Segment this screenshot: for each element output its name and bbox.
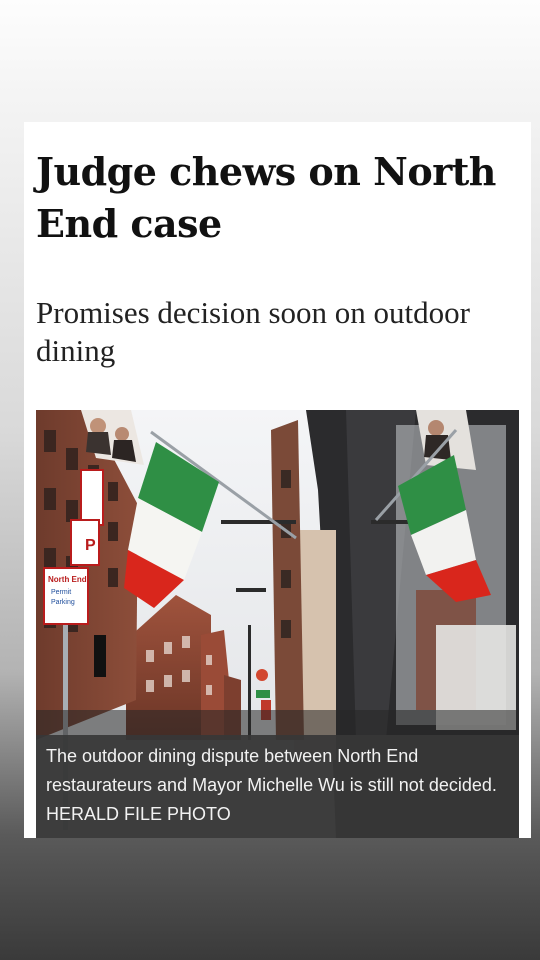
- photo-caption: The outdoor dining dispute between North…: [36, 735, 519, 838]
- street-sign-line-2: Permit: [51, 589, 71, 596]
- street-sign-line-1: North End: [48, 575, 87, 584]
- article-card[interactable]: Judge chews on North End case Promises d…: [24, 122, 531, 838]
- article-subheadline: Promises decision soon on outdoor dining: [36, 295, 470, 368]
- article-headline: Judge chews on North End case: [36, 149, 496, 246]
- photo-caption-text: The outdoor dining dispute between North…: [46, 746, 497, 824]
- svg-text:P: P: [85, 537, 96, 554]
- article-photo[interactable]: P North End Permit Parking The outdoor d…: [36, 410, 519, 838]
- street-sign-line-3: Parking: [51, 599, 75, 606]
